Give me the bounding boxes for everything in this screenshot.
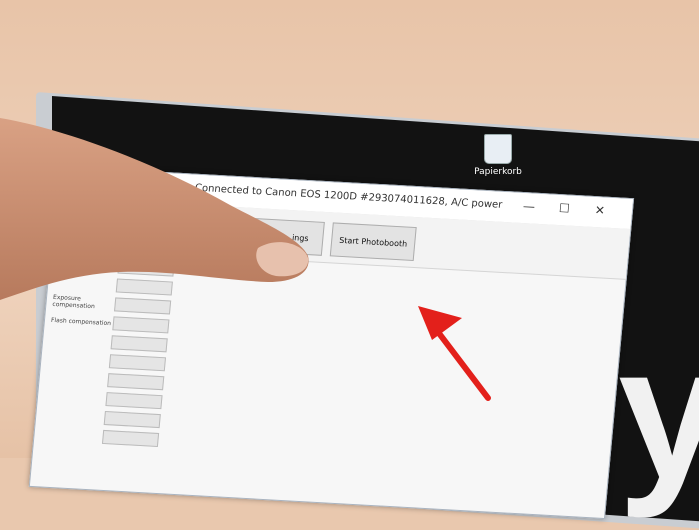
red-arrow-icon [418,306,491,401]
